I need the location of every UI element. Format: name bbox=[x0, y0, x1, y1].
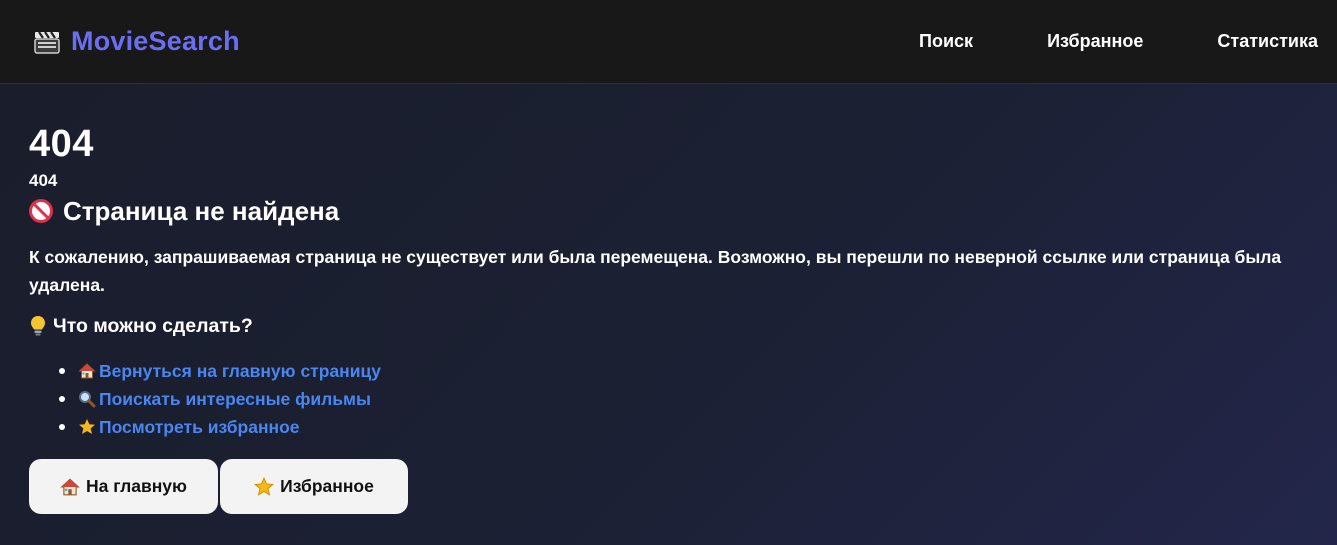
magnifier-icon bbox=[79, 391, 96, 408]
no-entry-icon bbox=[29, 199, 53, 223]
star-icon bbox=[79, 419, 95, 434]
clapperboard-icon bbox=[34, 30, 60, 54]
bullet bbox=[59, 368, 65, 374]
link-search-movies[interactable]: Поискать интересные фильмы bbox=[99, 389, 371, 410]
bullet bbox=[59, 396, 65, 402]
favorites-button-label: Избранное bbox=[280, 476, 374, 496]
suggestions-heading: Что можно сделать? bbox=[29, 313, 1307, 339]
favorites-button[interactable]: Избранное bbox=[220, 459, 408, 514]
nav-link-search[interactable]: Поиск bbox=[919, 31, 973, 52]
brand-link[interactable]: MovieSearch bbox=[33, 26, 240, 57]
nav-links: Поиск Избранное Статистика bbox=[919, 31, 1318, 52]
error-description: К сожалению, запрашиваемая страница не с… bbox=[29, 247, 1282, 295]
error-code-small: 404 bbox=[29, 171, 58, 190]
action-buttons: На главную Избранное bbox=[29, 459, 1307, 514]
house-icon bbox=[78, 363, 96, 379]
list-item: Поискать интересные фильмы bbox=[59, 385, 1307, 413]
list-item: Посмотреть избранное bbox=[59, 413, 1307, 441]
main-content: 404 404 Страница не найдена К сожалению,… bbox=[0, 84, 1337, 514]
brand-name: MovieSearch bbox=[71, 26, 240, 56]
light-bulb-icon bbox=[31, 316, 45, 336]
suggestions-list: Вернуться на главную страницу Поискать и… bbox=[29, 357, 1307, 441]
error-code-large: 404 bbox=[29, 123, 94, 165]
list-item: Вернуться на главную страницу bbox=[59, 357, 1307, 385]
link-go-home[interactable]: Вернуться на главную страницу bbox=[99, 361, 381, 382]
link-view-favorites[interactable]: Посмотреть избранное bbox=[99, 417, 300, 438]
page-title: Страница не найдена bbox=[29, 195, 1307, 227]
go-home-button-label: На главную bbox=[86, 476, 187, 496]
nav-link-favorites[interactable]: Избранное bbox=[1047, 31, 1143, 52]
suggestions-heading-text: Что можно сделать? bbox=[53, 315, 253, 337]
bullet bbox=[59, 424, 65, 430]
page-title-text: Страница не найдена bbox=[63, 196, 340, 226]
house-icon bbox=[60, 477, 80, 495]
star-icon bbox=[254, 476, 275, 496]
go-home-button[interactable]: На главную bbox=[29, 459, 218, 514]
navbar: MovieSearch Поиск Избранное Статистика bbox=[0, 0, 1337, 84]
nav-link-statistics[interactable]: Статистика bbox=[1217, 31, 1318, 52]
